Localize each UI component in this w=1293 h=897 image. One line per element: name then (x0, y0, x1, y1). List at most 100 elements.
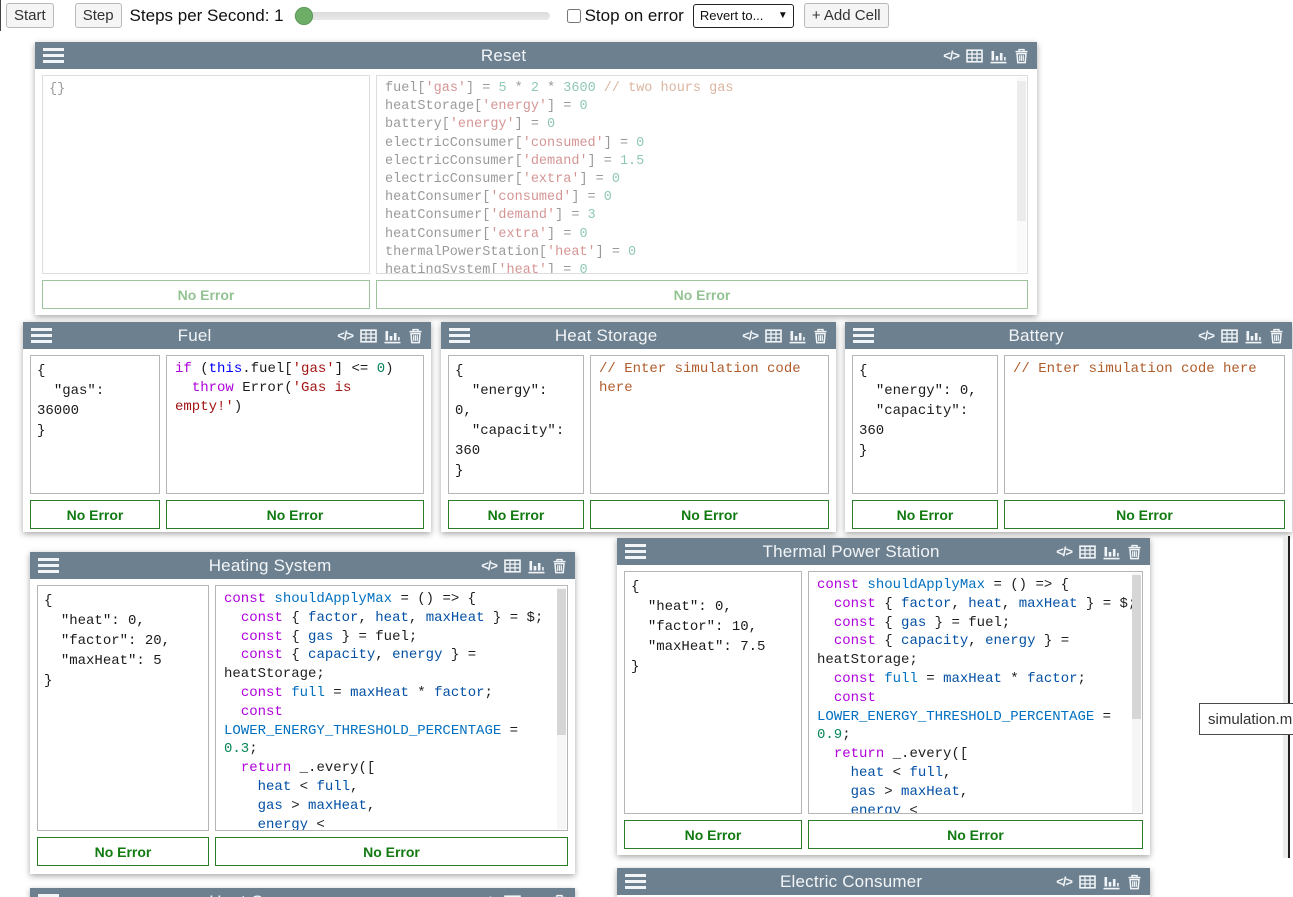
table-view-icon[interactable] (504, 894, 521, 897)
trash-icon[interactable] (408, 328, 423, 344)
table-view-icon[interactable] (1079, 874, 1096, 890)
drag-handle-icon[interactable] (38, 558, 59, 573)
chart-view-icon[interactable] (528, 558, 545, 574)
code-editor[interactable]: const shouldApplyMax = () => { const { f… (808, 571, 1143, 814)
code-view-icon[interactable]: </> (1056, 874, 1072, 889)
scrollbar[interactable] (1132, 573, 1141, 812)
code-status-badge: No Error (215, 837, 568, 866)
drag-handle-icon[interactable] (625, 874, 646, 889)
cell-title: Thermal Power Station (646, 542, 1056, 562)
table-view-icon[interactable] (504, 558, 521, 574)
revert-to-select[interactable]: Revert to... ▼ (693, 4, 794, 28)
state-status-badge: No Error (852, 500, 998, 529)
cell-title: Heat Storage (470, 326, 742, 346)
state-status-badge: No Error (448, 500, 584, 529)
cell-title: Fuel (52, 326, 337, 346)
cell-battery: Battery </> { (845, 322, 1292, 532)
code-editor[interactable]: if (this.fuel['gas'] <= 0) throw Error('… (166, 355, 424, 494)
code-view-icon[interactable]: </> (943, 48, 959, 63)
state-status-badge: No Error (37, 837, 209, 866)
table-view-icon[interactable] (966, 48, 983, 64)
cell-heat-consumer-header: Heat Consumer </> (30, 888, 575, 897)
state-editor[interactable]: {} (42, 75, 370, 274)
cell-title: Reset (64, 46, 943, 66)
step-button[interactable]: Step (75, 3, 122, 28)
chart-view-icon[interactable] (789, 328, 806, 344)
chart-view-icon[interactable] (384, 328, 401, 344)
trash-icon[interactable] (1014, 48, 1029, 64)
scrollbar[interactable] (557, 587, 566, 829)
cell-toolbar-icons: </> (1056, 544, 1142, 560)
cell-toolbar-icons: </> (481, 558, 567, 574)
cell-fuel-header: Fuel </> (23, 322, 431, 349)
cell-title: Heat Consumer (59, 892, 481, 897)
code-view-icon[interactable]: </> (481, 558, 497, 573)
trash-icon[interactable] (1127, 874, 1142, 890)
scrollbar[interactable] (1017, 77, 1026, 272)
cell-thermal-power-station: Thermal Power Station </> (617, 538, 1150, 855)
trash-icon[interactable] (1127, 544, 1142, 560)
cell-toolbar-icons: </> (1198, 328, 1284, 344)
table-view-icon[interactable] (1079, 544, 1096, 560)
code-editor[interactable]: fuel['gas'] = 5 * 2 * 3600 // two hours … (376, 75, 1028, 274)
table-view-icon[interactable] (765, 328, 782, 344)
code-status-badge: No Error (376, 280, 1028, 309)
chevron-down-icon: ▼ (778, 10, 788, 21)
chart-view-icon[interactable] (528, 894, 545, 897)
code-view-icon[interactable]: </> (1198, 328, 1214, 343)
table-view-icon[interactable] (360, 328, 377, 344)
code-view-icon[interactable]: </> (337, 328, 353, 343)
steps-per-second-slider[interactable] (294, 7, 550, 25)
drag-handle-icon[interactable] (853, 328, 874, 343)
cell-toolbar-icons: </> (1056, 874, 1142, 890)
start-button[interactable]: Start (6, 3, 54, 28)
code-status-badge: No Error (808, 820, 1143, 849)
trash-icon[interactable] (552, 894, 567, 897)
tooltip-text: simulation.m (1208, 711, 1292, 728)
cell-heat-storage-header: Heat Storage </> (441, 322, 836, 349)
trash-icon[interactable] (552, 558, 567, 574)
steps-per-second-label: Steps per Second: 1 (130, 6, 284, 26)
code-editor[interactable]: // Enter simulation code here (1004, 355, 1285, 494)
cell-toolbar-icons: </> (481, 894, 567, 897)
state-editor[interactable]: { "heat": 0, "factor": 10, "maxHeat": 7.… (624, 571, 802, 814)
cell-heat-storage: Heat Storage </> (441, 322, 836, 532)
cell-thermal-power-station-header: Thermal Power Station </> (617, 538, 1150, 565)
stop-on-error-label: Stop on error (585, 6, 684, 26)
stop-on-error-checkbox[interactable] (567, 9, 581, 23)
cell-reset-header: Reset </> (35, 42, 1037, 69)
simulation-app: Start Step Steps per Second: 1 Stop on e… (0, 0, 1293, 897)
drag-handle-icon[interactable] (449, 328, 470, 343)
state-status-badge: No Error (30, 500, 160, 529)
state-editor[interactable]: { "heat": 0, "factor": 20, "maxHeat": 5 … (37, 585, 209, 831)
code-editor[interactable]: // Enter simulation codehere (590, 355, 829, 494)
cell-battery-header: Battery </> (845, 322, 1292, 349)
code-view-icon[interactable]: </> (742, 328, 758, 343)
table-view-icon[interactable] (1221, 328, 1238, 344)
drag-handle-icon[interactable] (31, 328, 52, 343)
trash-icon[interactable] (1269, 328, 1284, 344)
slider-track[interactable] (294, 12, 550, 20)
drag-handle-icon[interactable] (43, 48, 64, 63)
state-editor[interactable]: { "energy": 0, "capacity": 360 } (448, 355, 584, 494)
cell-electric-consumer-header: Electric Consumer </> (617, 868, 1150, 895)
cell-fuel: Fuel </> { " (23, 322, 431, 532)
state-status-badge: No Error (624, 820, 802, 849)
cell-heating-system: Heating System </> (30, 552, 575, 874)
cell-title: Electric Consumer (646, 872, 1056, 892)
filename-tooltip: simulation.m (1199, 703, 1293, 735)
trash-icon[interactable] (813, 328, 828, 344)
add-cell-button[interactable]: + Add Cell (804, 3, 889, 28)
slider-thumb[interactable] (295, 7, 313, 25)
drag-handle-icon[interactable] (625, 544, 646, 559)
chart-view-icon[interactable] (1103, 544, 1120, 560)
state-editor[interactable]: { "energy": 0, "capacity": 360 } (852, 355, 998, 494)
chart-view-icon[interactable] (1245, 328, 1262, 344)
code-editor[interactable]: const shouldApplyMax = () => { const { f… (215, 585, 568, 831)
cell-reset: Reset </> (35, 42, 1037, 315)
state-editor[interactable]: { "gas": 36000 } (30, 355, 160, 494)
chart-view-icon[interactable] (990, 48, 1007, 64)
chart-view-icon[interactable] (1103, 874, 1120, 890)
code-view-icon[interactable]: </> (1056, 544, 1072, 559)
state-status-badge: No Error (42, 280, 370, 309)
